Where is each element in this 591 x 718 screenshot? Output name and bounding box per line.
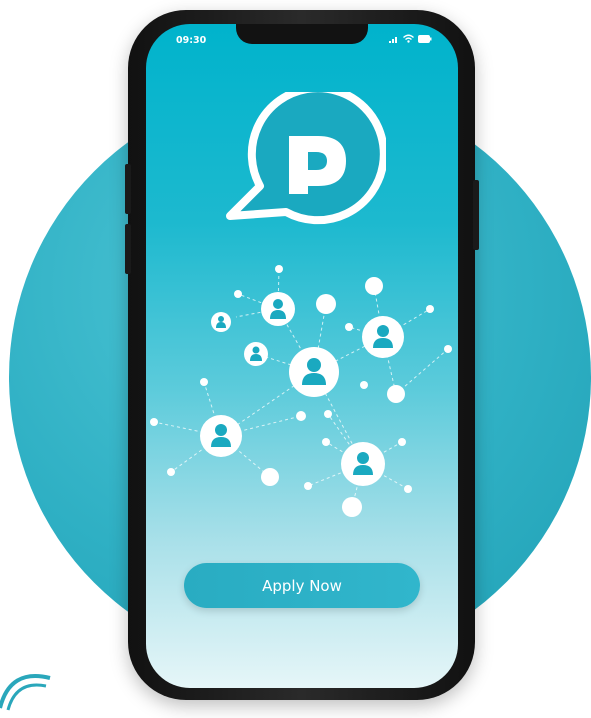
notch	[236, 24, 368, 44]
wifi-icon	[403, 34, 414, 43]
phone-screen: 09:30 Apply Now	[146, 24, 458, 688]
user-avatar	[261, 292, 295, 326]
p-logo-icon	[226, 92, 386, 225]
volume-up-button	[125, 164, 131, 214]
people-network	[150, 265, 452, 517]
apply-now-button[interactable]: Apply Now	[184, 563, 420, 608]
user-avatar	[244, 342, 268, 366]
power-button	[473, 180, 479, 250]
volume-down-button	[125, 224, 131, 274]
signal-icon	[389, 36, 397, 43]
user-avatar	[211, 312, 231, 332]
battery-icon	[418, 34, 432, 43]
user-avatar	[200, 415, 242, 457]
status-icons	[389, 34, 432, 43]
status-time: 09:30	[176, 35, 207, 46]
user-avatar	[289, 347, 339, 397]
user-avatar	[341, 442, 385, 486]
user-avatar	[362, 316, 404, 358]
